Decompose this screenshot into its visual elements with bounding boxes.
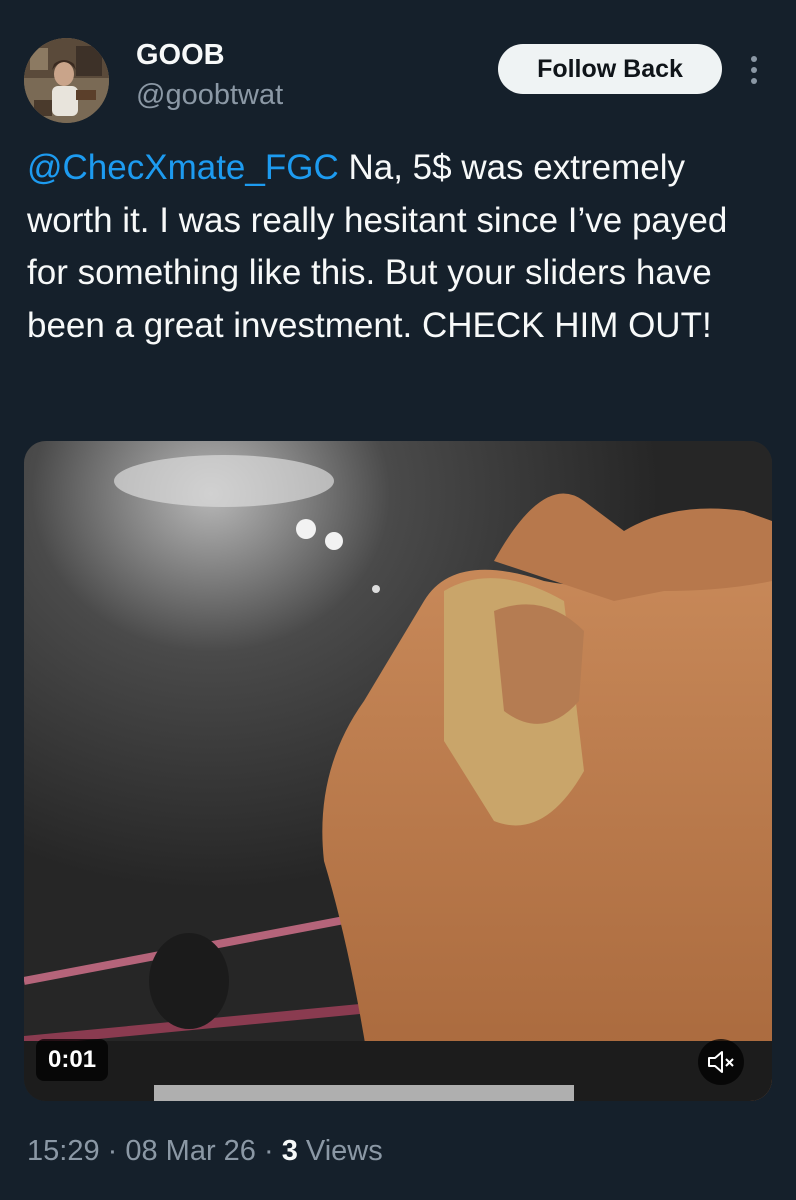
- display-name[interactable]: GOOB: [136, 38, 225, 72]
- avatar[interactable]: [24, 38, 109, 123]
- video-time-badge: 0:01: [36, 1039, 109, 1081]
- tweet-meta: 15:29 · 08 Mar 26 · 3 Views: [27, 1132, 383, 1170]
- profile-photo: [24, 38, 109, 123]
- views-label: Views: [297, 1135, 383, 1167]
- more-vertical-icon[interactable]: [740, 52, 768, 88]
- views-count[interactable]: 3: [282, 1135, 298, 1167]
- mention-link[interactable]: @ChecXmate_FGC: [27, 148, 339, 187]
- meta-separator: ·: [99, 1135, 126, 1167]
- video-player[interactable]: 0:01: [24, 441, 772, 1101]
- video-frame: [24, 441, 772, 1101]
- follow-back-button[interactable]: Follow Back: [498, 44, 722, 94]
- tweet-date[interactable]: 08 Mar 26: [125, 1135, 256, 1167]
- volume-muted-icon[interactable]: [698, 1039, 744, 1085]
- user-handle[interactable]: @goobtwat: [136, 78, 283, 112]
- meta-separator: ·: [255, 1135, 282, 1167]
- tweet-time[interactable]: 15:29: [27, 1135, 100, 1167]
- tweet-text: @ChecXmate_FGC Na, 5$ was extremely wort…: [27, 142, 777, 352]
